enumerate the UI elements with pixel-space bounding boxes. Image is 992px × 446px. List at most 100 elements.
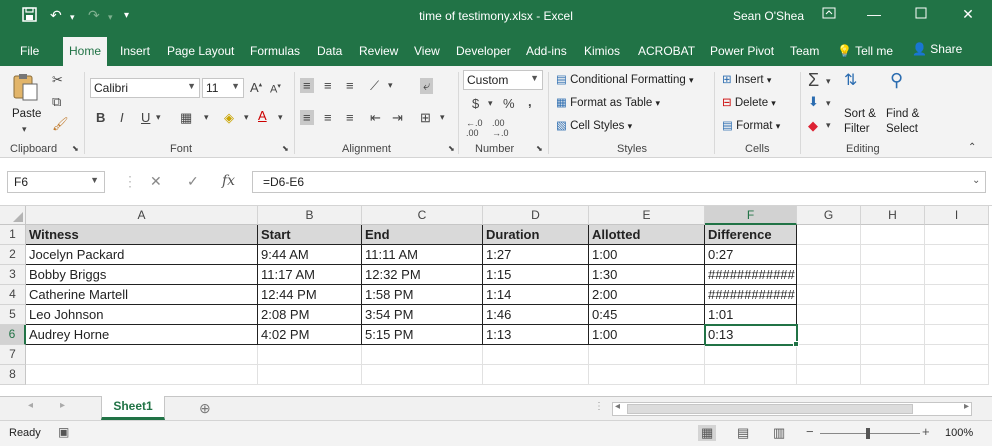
chevron-down-icon[interactable]: ▾ (826, 120, 831, 131)
enter-icon[interactable]: ✓ (187, 173, 199, 190)
expand-formula-icon[interactable]: ⌄ (972, 175, 980, 186)
align-right-icon[interactable]: ≡ (346, 110, 354, 125)
tab-review[interactable]: Review (359, 44, 398, 58)
cell-f2[interactable]: 0:27 (705, 245, 797, 265)
cell-f4[interactable]: ############ (705, 285, 797, 305)
select-all-corner[interactable] (0, 206, 26, 225)
zoom-level[interactable]: 100% (945, 427, 973, 439)
chevron-down-icon[interactable]: ▾ (388, 80, 393, 91)
align-center-icon[interactable]: ≡ (324, 110, 332, 125)
chevron-down-icon[interactable]: ▾ (826, 76, 831, 87)
fill-color-icon[interactable]: ◈ (224, 110, 234, 126)
cell-g5[interactable] (797, 305, 861, 325)
cell-h6[interactable] (861, 325, 925, 345)
cell-a6[interactable]: Audrey Horne (26, 325, 258, 345)
align-middle-icon[interactable]: ≡ (324, 78, 332, 93)
tab-home[interactable]: Home (63, 37, 108, 66)
wrap-text-icon[interactable]: ⤶ (420, 78, 434, 94)
column-header-h[interactable]: H (861, 206, 925, 225)
cell-a8[interactable] (26, 365, 258, 385)
cell-c1[interactable]: End (362, 225, 483, 245)
orientation-icon[interactable]: ⟋ (370, 78, 379, 94)
macro-record-icon[interactable]: ▣ (58, 425, 69, 439)
align-top-icon[interactable]: ≡ (300, 78, 314, 93)
page-break-view-icon[interactable]: ▥ (773, 425, 785, 441)
page-layout-view-icon[interactable]: ▤ (737, 425, 749, 441)
cell-i1[interactable] (925, 225, 989, 245)
underline-button[interactable]: U (141, 110, 150, 125)
chevron-down-icon[interactable]: ▾ (488, 98, 493, 109)
cell-g7[interactable] (797, 345, 861, 365)
cell-e5[interactable]: 0:45 (589, 305, 705, 325)
cell-h8[interactable] (861, 365, 925, 385)
cell-a5[interactable]: Leo Johnson (26, 305, 258, 325)
row-header-6[interactable]: 6 (0, 325, 26, 345)
chevron-down-icon[interactable]: ▾ (244, 112, 249, 123)
cell-h4[interactable] (861, 285, 925, 305)
cell-h5[interactable] (861, 305, 925, 325)
format-as-table-button[interactable]: ▦ Format as Table ▾ (556, 95, 660, 109)
cell-a3[interactable]: Bobby Briggs (26, 265, 258, 285)
increase-decimal-icon[interactable]: ←.0.00 (466, 118, 483, 138)
cell-i7[interactable] (925, 345, 989, 365)
cell-d2[interactable]: 1:27 (483, 245, 589, 265)
cell-c2[interactable]: 11:11 AM (362, 245, 483, 265)
tab-insert[interactable]: Insert (120, 44, 150, 58)
scroll-tabs-left-icon[interactable]: ◂ (28, 400, 33, 411)
cell-b2[interactable]: 9:44 AM (258, 245, 362, 265)
cell-d6[interactable]: 1:13 (483, 325, 589, 345)
cell-styles-button[interactable]: ▧ Cell Styles ▾ (556, 118, 632, 132)
format-cells-button[interactable]: ▤ Format ▾ (722, 118, 780, 132)
ribbon-display-icon[interactable] (819, 6, 839, 22)
conditional-formatting-button[interactable]: ▤ Conditional Formatting ▾ (556, 72, 694, 86)
tab-split-handle-icon[interactable]: ⋮ (594, 401, 604, 412)
user-name[interactable]: Sean O'Shea (733, 9, 804, 23)
borders-icon[interactable]: ▦ (180, 110, 192, 126)
cell-c6[interactable]: 5:15 PM (362, 325, 483, 345)
tab-team[interactable]: Team (790, 44, 819, 58)
bold-button[interactable]: B (96, 110, 105, 125)
zoom-thumb[interactable] (866, 428, 870, 439)
column-header-e[interactable]: E (589, 206, 705, 225)
row-header-5[interactable]: 5 (0, 305, 26, 325)
name-box[interactable]: F6 ▼ (7, 171, 105, 193)
cell-d4[interactable]: 1:14 (483, 285, 589, 305)
tab-view[interactable]: View (414, 44, 440, 58)
cell-f5[interactable]: 1:01 (705, 305, 797, 325)
cell-c7[interactable] (362, 345, 483, 365)
cell-g2[interactable] (797, 245, 861, 265)
cut-icon[interactable]: ✂ (52, 72, 63, 88)
horizontal-scrollbar[interactable]: ◂ ▸ (612, 401, 972, 416)
cell-c4[interactable]: 1:58 PM (362, 285, 483, 305)
font-name-combo[interactable]: Calibri ▼ (90, 78, 200, 98)
tab-page-layout[interactable]: Page Layout (167, 44, 234, 58)
cell-a2[interactable]: Jocelyn Packard (26, 245, 258, 265)
chevron-down-icon[interactable]: ▾ (440, 112, 445, 123)
formula-input[interactable]: =D6-E6 (252, 171, 986, 193)
cell-d3[interactable]: 1:15 (483, 265, 589, 285)
alignment-launcher-icon[interactable]: ⬊ (448, 144, 455, 153)
column-header-a[interactable]: A (26, 206, 258, 225)
percent-icon[interactable]: % (503, 96, 515, 111)
worksheet-grid[interactable]: A B C D E F G H I 12345678 Witness Start E… (0, 206, 992, 396)
cell-g8[interactable] (797, 365, 861, 385)
scroll-thumb[interactable] (627, 404, 913, 414)
scroll-tabs-right-icon[interactable]: ▸ (60, 400, 65, 411)
cell-e7[interactable] (589, 345, 705, 365)
row-header-2[interactable]: 2 (0, 245, 26, 265)
align-left-icon[interactable]: ≡ (300, 110, 314, 125)
drag-handle-icon[interactable]: ⋮ (123, 173, 137, 190)
cell-d8[interactable] (483, 365, 589, 385)
tab-file[interactable]: File (20, 44, 39, 58)
cell-h3[interactable] (861, 265, 925, 285)
tab-add-ins[interactable]: Add-ins (526, 44, 567, 58)
column-header-g[interactable]: G (797, 206, 861, 225)
italic-button[interactable]: I (120, 110, 124, 125)
sheet-tab-sheet1[interactable]: Sheet1 (101, 396, 165, 420)
format-painter-icon[interactable]: 🖌 (52, 116, 69, 132)
new-sheet-icon[interactable]: ⊕ (199, 400, 211, 417)
cell-f3[interactable]: ############ (705, 265, 797, 285)
clipboard-launcher-icon[interactable]: ⬊ (72, 144, 79, 153)
maximize-icon[interactable] (911, 6, 931, 22)
cell-d1[interactable]: Duration (483, 225, 589, 245)
